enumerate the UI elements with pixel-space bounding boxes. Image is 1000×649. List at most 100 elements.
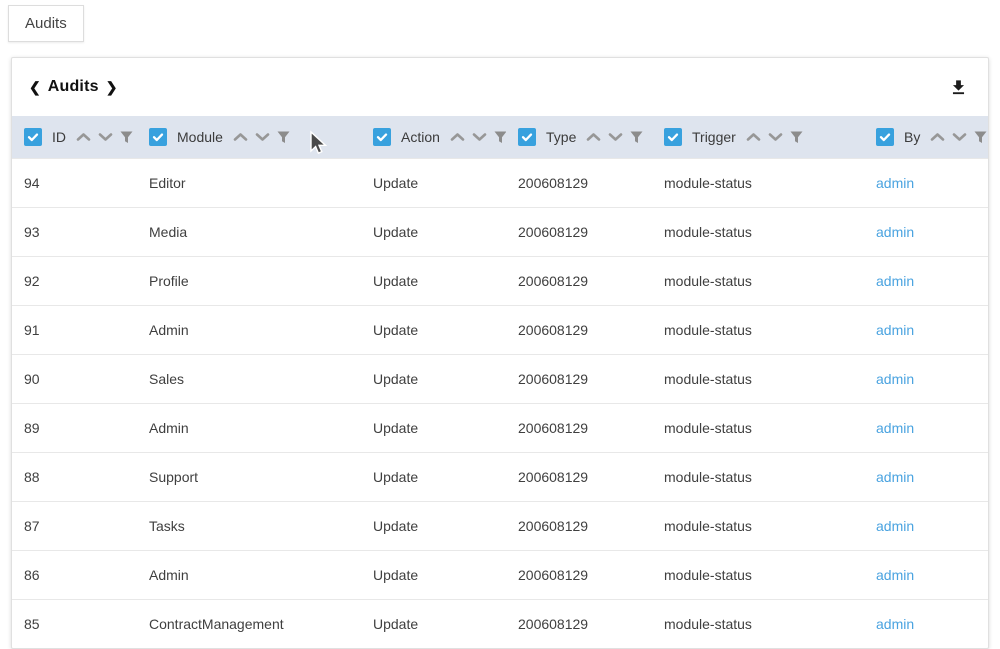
table-row: 88SupportUpdate200608129module-statusadm… <box>12 452 988 501</box>
card-header: ❮ Audits ❯ <box>12 58 988 116</box>
cell-type: 200608129 <box>506 371 652 387</box>
sort-down-icon[interactable] <box>952 132 967 142</box>
sort-down-icon[interactable] <box>98 132 113 142</box>
cell-id: 92 <box>12 273 137 289</box>
cell-action: Update <box>361 175 506 191</box>
column-header-action: Action <box>361 128 506 146</box>
table-row: 93MediaUpdate200608129module-statusadmin <box>12 207 988 256</box>
cell-by: admin <box>864 371 988 387</box>
by-user-link[interactable]: admin <box>876 273 914 289</box>
cell-type: 200608129 <box>506 175 652 191</box>
filter-icon[interactable] <box>277 131 290 144</box>
filter-icon[interactable] <box>974 131 987 144</box>
cell-id: 88 <box>12 469 137 485</box>
column-checkbox-action[interactable] <box>373 128 391 146</box>
tab-audits[interactable]: Audits <box>8 5 84 42</box>
column-header-by: By <box>864 128 988 146</box>
by-user-link[interactable]: admin <box>876 224 914 240</box>
filter-icon[interactable] <box>790 131 803 144</box>
cell-trigger: module-status <box>652 616 864 632</box>
cell-module: Editor <box>137 175 361 191</box>
by-user-link[interactable]: admin <box>876 371 914 387</box>
filter-icon[interactable] <box>630 131 643 144</box>
cell-type: 200608129 <box>506 322 652 338</box>
cell-id: 89 <box>12 420 137 436</box>
filter-icon[interactable] <box>494 131 506 144</box>
sort-up-icon[interactable] <box>76 132 91 142</box>
column-label-type: Type <box>546 129 576 145</box>
column-checkbox-type[interactable] <box>518 128 536 146</box>
sort-up-icon[interactable] <box>746 132 761 142</box>
table-row: 89AdminUpdate200608129module-status admin <box>12 403 988 452</box>
cell-type: 200608129 <box>506 616 652 632</box>
filter-icon[interactable] <box>120 131 133 144</box>
cell-trigger: module-status <box>652 273 864 289</box>
sort-down-icon[interactable] <box>255 132 270 142</box>
by-user-link[interactable]: admin <box>876 567 914 583</box>
cell-type: 200608129 <box>506 518 652 534</box>
column-header-type: Type <box>506 128 652 146</box>
cell-by: admin <box>864 420 988 436</box>
sort-down-icon[interactable] <box>768 132 783 142</box>
breadcrumb-title: Audits <box>48 78 99 96</box>
column-checkbox-trigger[interactable] <box>664 128 682 146</box>
table-row: 94EditorUpdate200608129module-statusadmi… <box>12 158 988 207</box>
cell-id: 90 <box>12 371 137 387</box>
cell-action: Update <box>361 469 506 485</box>
cell-action: Update <box>361 518 506 534</box>
cell-trigger: module-status <box>652 175 864 191</box>
by-user-link[interactable]: admin <box>876 616 914 632</box>
cell-type: 200608129 <box>506 567 652 583</box>
cell-by: admin <box>864 273 988 289</box>
cell-trigger: module-status <box>652 567 864 583</box>
cell-action: Update <box>361 273 506 289</box>
cell-trigger: module-status <box>652 420 864 436</box>
column-label-action: Action <box>401 129 440 145</box>
cell-type: 200608129 <box>506 273 652 289</box>
column-checkbox-module[interactable] <box>149 128 167 146</box>
breadcrumb: ❮ Audits ❯ <box>29 78 117 96</box>
cell-trigger: module-status <box>652 224 864 240</box>
sort-up-icon[interactable] <box>586 132 601 142</box>
cell-module: Profile <box>137 273 361 289</box>
by-user-link[interactable]: admin <box>876 518 914 534</box>
table-row: 86AdminUpdate200608129module-statusadmin <box>12 550 988 599</box>
cell-trigger: module-status <box>652 469 864 485</box>
cell-by: admin <box>864 322 988 338</box>
sort-up-icon[interactable] <box>233 132 248 142</box>
column-label-module: Module <box>177 129 223 145</box>
cell-module: Media <box>137 224 361 240</box>
table-row: 87TasksUpdate200608129module-statusadmin <box>12 501 988 550</box>
by-user-link[interactable]: admin <box>876 420 914 436</box>
sort-up-icon[interactable] <box>930 132 945 142</box>
cell-module: Admin <box>137 567 361 583</box>
column-checkbox-id[interactable] <box>24 128 42 146</box>
cell-id: 91 <box>12 322 137 338</box>
sort-down-icon[interactable] <box>472 132 487 142</box>
cell-by: admin <box>864 175 988 191</box>
table-row: 85ContractManagementUpdate200608129modul… <box>12 599 988 648</box>
by-user-link[interactable]: admin <box>876 469 914 485</box>
column-label-id: ID <box>52 129 66 145</box>
column-label-trigger: Trigger <box>692 129 736 145</box>
table-row: 90SalesUpdate200608129module-statusadmin <box>12 354 988 403</box>
column-checkbox-by[interactable] <box>876 128 894 146</box>
cell-module: Sales <box>137 371 361 387</box>
cell-id: 93 <box>12 224 137 240</box>
cell-action: Update <box>361 371 506 387</box>
cell-by: admin <box>864 616 988 632</box>
by-user-link[interactable]: admin <box>876 175 914 191</box>
table-row: 92ProfileUpdate200608129module-status adm… <box>12 256 988 305</box>
cell-id: 87 <box>12 518 137 534</box>
cell-module: Admin <box>137 420 361 436</box>
download-button[interactable] <box>947 76 970 99</box>
sort-down-icon[interactable] <box>608 132 623 142</box>
cell-type: 200608129 <box>506 420 652 436</box>
cell-id: 85 <box>12 616 137 632</box>
table-header-row: ID Module Action Type Trigger By <box>12 116 988 158</box>
chevron-right-icon[interactable]: ❯ <box>106 80 118 94</box>
chevron-left-icon[interactable]: ❮ <box>29 80 41 94</box>
sort-up-icon[interactable] <box>450 132 465 142</box>
by-user-link[interactable]: admin <box>876 322 914 338</box>
cell-action: Update <box>361 420 506 436</box>
